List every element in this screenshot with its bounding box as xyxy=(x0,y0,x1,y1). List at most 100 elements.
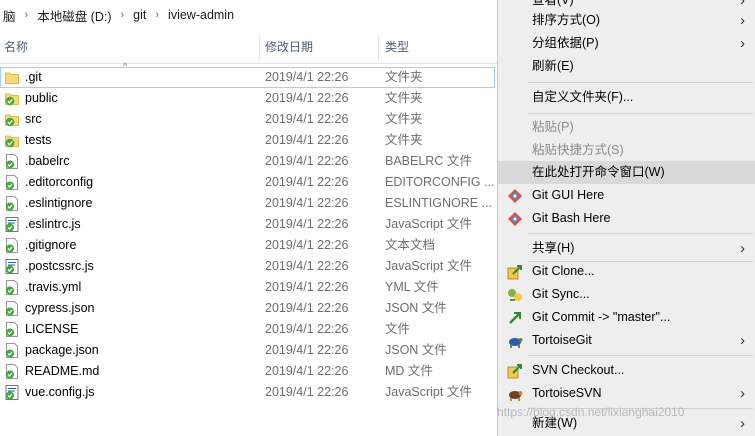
git-commit-icon xyxy=(509,312,521,324)
file-date: 2019/4/1 22:26 xyxy=(265,364,349,378)
submenu-arrow-icon: › xyxy=(740,12,745,29)
menu-item-share[interactable]: 共享(H) › xyxy=(498,237,755,260)
git-diamond-icon xyxy=(508,189,522,203)
menu-item-paste-shortcut[interactable]: 粘贴快捷方式(S) xyxy=(498,139,755,162)
chevron-right-icon[interactable]: › xyxy=(115,9,131,21)
file-date: 2019/4/1 22:26 xyxy=(265,217,349,231)
column-header: ^ 名称 修改日期 类型 xyxy=(0,31,497,71)
file-row[interactable]: .eslintrc.js 2019/4/1 22:26 JavaScript 文件 xyxy=(0,214,497,235)
menu-item-tortoisesvn[interactable]: TortoiseSVN › xyxy=(498,382,755,405)
column-divider[interactable] xyxy=(378,35,379,61)
file-type: 文件夹 xyxy=(385,91,423,105)
column-date-header[interactable]: 修改日期 xyxy=(265,31,313,63)
menu-item-refresh[interactable]: 刷新(E) xyxy=(498,55,755,78)
file-type: YML 文件 xyxy=(385,280,439,294)
file-row[interactable]: package.json 2019/4/1 22:26 JSON 文件 xyxy=(0,340,497,361)
menu-item-label: 排序方式(O) xyxy=(532,13,601,27)
folder-check-icon xyxy=(5,114,19,127)
breadcrumb-item[interactable]: 脑 xyxy=(0,6,19,25)
menu-item-label: TortoiseGit xyxy=(532,333,592,347)
file-row[interactable]: cypress.json 2019/4/1 22:26 JSON 文件 xyxy=(0,298,497,319)
file-date: 2019/4/1 22:26 xyxy=(265,280,349,294)
file-row[interactable]: .travis.yml 2019/4/1 22:26 YML 文件 xyxy=(0,277,497,298)
context-menu: 查看(V) › 排序方式(O) › 分组依据(P) › 刷新(E) 自定义文件夹… xyxy=(497,0,755,436)
file-check-icon xyxy=(6,301,18,316)
column-type-header[interactable]: 类型 xyxy=(385,31,409,63)
file-date: 2019/4/1 22:26 xyxy=(265,259,349,273)
file-type: EDITORCONFIG ... xyxy=(385,175,495,189)
file-type: 文件夹 xyxy=(385,112,423,126)
file-type: MD 文件 xyxy=(385,364,433,378)
breadcrumb-item[interactable]: git xyxy=(130,8,149,22)
menu-item-customize-folder[interactable]: 自定义文件夹(F)... xyxy=(498,86,755,109)
file-name: .editorconfig xyxy=(25,175,94,189)
file-name: .eslintignore xyxy=(25,196,93,210)
menu-item-git-bash[interactable]: Git Bash Here xyxy=(498,207,755,230)
file-date: 2019/4/1 22:26 xyxy=(265,196,349,210)
file-date: 2019/4/1 22:26 xyxy=(265,322,349,336)
submenu-arrow-icon: › xyxy=(740,332,745,349)
file-row[interactable]: LICENSE 2019/4/1 22:26 文件 xyxy=(0,319,497,340)
menu-item-group[interactable]: 分组依据(P) › xyxy=(498,32,755,55)
file-row[interactable]: README.md 2019/4/1 22:26 MD 文件 xyxy=(0,361,497,382)
folder-check-icon xyxy=(5,93,19,106)
menu-separator xyxy=(528,82,753,83)
file-row[interactable]: vue.config.js 2019/4/1 22:26 JavaScript 文件 xyxy=(0,382,497,403)
script-check-icon xyxy=(5,259,19,274)
breadcrumb-item[interactable]: iview-admin xyxy=(165,8,237,22)
file-name: src xyxy=(25,112,42,126)
file-type: 文件夹 xyxy=(385,70,423,84)
file-explorer: 脑 › 本地磁盘 (D:) › git › iview-admin ^ 名称 修… xyxy=(0,0,497,436)
file-date: 2019/4/1 22:26 xyxy=(265,133,349,147)
submenu-arrow-icon: › xyxy=(740,240,745,257)
git-diamond-icon xyxy=(508,212,522,226)
file-name: .gitignore xyxy=(25,238,77,252)
chevron-right-icon[interactable]: › xyxy=(19,9,35,21)
file-check-icon xyxy=(6,196,18,211)
file-row[interactable]: public 2019/4/1 22:26 文件夹 xyxy=(0,88,497,109)
menu-separator xyxy=(528,233,753,234)
file-type: JavaScript 文件 xyxy=(385,259,472,273)
file-name: .git xyxy=(25,70,42,84)
column-name-header[interactable]: 名称 xyxy=(4,31,28,63)
chevron-right-icon[interactable]: › xyxy=(149,9,165,21)
menu-item-label: 在此处打开命令窗口(W) xyxy=(532,165,665,179)
menu-item-sort[interactable]: 排序方式(O) › xyxy=(498,9,755,32)
menu-item-tortoisegit[interactable]: TortoiseGit › xyxy=(498,329,755,352)
file-date: 2019/4/1 22:26 xyxy=(265,343,349,357)
file-row[interactable]: .eslintignore 2019/4/1 22:26 ESLINTIGNORE … xyxy=(0,193,497,214)
menu-separator xyxy=(528,113,753,114)
menu-item-label: 粘贴快捷方式(S) xyxy=(532,143,624,157)
file-type: ESLINTIGNORE ... xyxy=(385,196,492,210)
menu-item-label: 分组依据(P) xyxy=(532,36,599,50)
tortoise-icon xyxy=(509,338,523,348)
folder-check-icon xyxy=(5,135,19,148)
file-row[interactable]: src 2019/4/1 22:26 文件夹 xyxy=(0,109,497,130)
menu-item-label: Git Clone... xyxy=(532,264,595,278)
menu-item-git-clone[interactable]: Git Clone... xyxy=(498,260,755,283)
menu-item-git-sync[interactable]: Git Sync... xyxy=(498,283,755,306)
column-divider[interactable] xyxy=(259,35,260,61)
menu-item-label: Git Bash Here xyxy=(532,211,611,225)
menu-item-git-commit[interactable]: Git Commit -> "master"... xyxy=(498,306,755,329)
file-row[interactable]: .gitignore 2019/4/1 22:26 文本文档 xyxy=(0,235,497,256)
menu-item-open-cmd[interactable]: 在此处打开命令窗口(W) xyxy=(498,161,755,184)
menu-item-label: TortoiseSVN xyxy=(532,386,602,400)
menu-item-paste[interactable]: 粘贴(P) xyxy=(498,116,755,139)
file-row[interactable]: .postcssrc.js 2019/4/1 22:26 JavaScript 文件 xyxy=(0,256,497,277)
file-row[interactable]: .babelrc 2019/4/1 22:26 BABELRC 文件 xyxy=(0,151,497,172)
file-row[interactable]: .editorconfig 2019/4/1 22:26 EDITORCONFIG … xyxy=(0,172,497,193)
file-type: 文件夹 xyxy=(385,133,423,147)
tortoise-icon xyxy=(509,391,523,401)
menu-item-git-gui[interactable]: Git GUI Here xyxy=(498,184,755,207)
breadcrumb-item[interactable]: 本地磁盘 (D:) xyxy=(34,6,114,25)
file-row[interactable]: .git 2019/4/1 22:26 文件夹 xyxy=(0,67,495,88)
menu-item-label: Git GUI Here xyxy=(532,188,605,202)
menu-item-label: SVN Checkout... xyxy=(532,363,625,377)
menu-separator xyxy=(528,355,753,356)
file-row[interactable]: tests 2019/4/1 22:26 文件夹 xyxy=(0,130,497,151)
menu-item-svn-checkout[interactable]: SVN Checkout... xyxy=(498,359,755,382)
submenu-arrow-icon: › xyxy=(740,415,745,432)
file-check-icon xyxy=(6,238,18,253)
file-check-icon xyxy=(6,364,18,379)
